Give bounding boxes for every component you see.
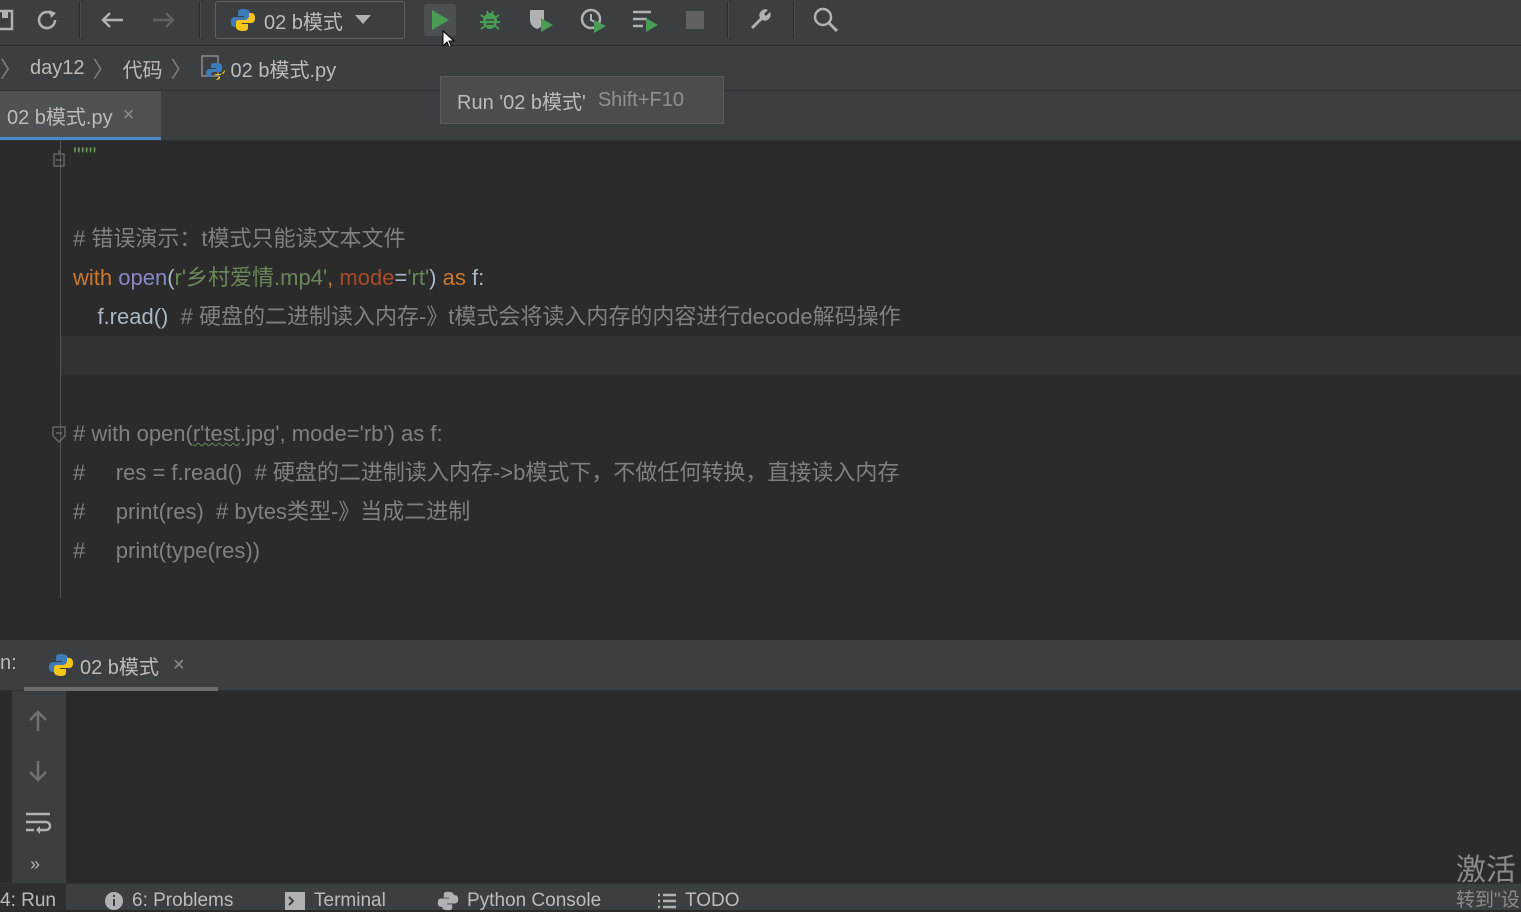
run-tab-label: 02 b模式 <box>80 656 159 679</box>
run-configuration-label: 02 b模式 <box>264 11 343 34</box>
fold-collapse-icon[interactable] <box>52 150 66 167</box>
profile-icon[interactable] <box>577 4 609 36</box>
string-mode: 'rt' <box>407 265 430 290</box>
breadcrumb-separator: 〉 <box>0 57 23 82</box>
breadcrumb: 〉 day12 〉 代码 〉 02 b模式.py <box>0 46 1521 91</box>
string-filename: r'乡村爱情.mp4' <box>174 265 328 290</box>
breadcrumb-item-folder[interactable]: 代码 <box>123 54 163 83</box>
commented-suffix: .jpg', mode='rb') as f: <box>239 421 443 446</box>
activation-watermark: 激活 <box>1456 854 1516 887</box>
coverage-icon[interactable] <box>525 4 557 36</box>
code-line-docstring-end: """ <box>73 143 97 168</box>
run-configuration-selector[interactable]: 02 b模式 <box>215 1 405 39</box>
keyword-as: as <box>442 265 466 290</box>
param-mode: mode <box>339 265 395 290</box>
token-comma: , <box>327 265 340 290</box>
keyword-with: with <box>73 265 113 290</box>
main-toolbar: 02 b模式 <box>0 0 1521 50</box>
breadcrumb-item-day12[interactable]: day12 <box>30 57 85 80</box>
code-line-commented-print-type: # print(type(res)) <box>73 538 261 563</box>
tooltip-text: Run '02 b模式' <box>457 91 586 114</box>
token-eq: = <box>394 265 408 290</box>
run-concurrency-icon[interactable] <box>629 4 661 36</box>
settings-wrench-icon[interactable] <box>745 4 777 36</box>
breadcrumb-separator: 〉 <box>92 57 115 82</box>
code-line-with-open: with open(r'乡村爱情.mp4', mode='rt') as f: <box>73 258 484 297</box>
close-icon[interactable]: × <box>173 654 185 677</box>
python-icon <box>230 7 256 33</box>
builtin-open: open <box>118 265 168 290</box>
run-tooltip: Run '02 b模式' Shift+F10 <box>440 76 724 124</box>
tool-window-run[interactable]: 4: Run <box>0 884 66 911</box>
activation-watermark-sub: 转到"设 <box>1456 890 1520 911</box>
list-icon <box>657 893 677 909</box>
python-icon <box>48 652 74 678</box>
run-console-output[interactable] <box>66 691 1521 883</box>
breadcrumb-item-file[interactable]: 02 b模式.py <box>231 54 337 83</box>
debug-icon[interactable] <box>474 4 506 36</box>
back-icon[interactable] <box>96 4 128 36</box>
chevron-down-icon <box>354 15 371 25</box>
python-file-icon <box>200 55 225 81</box>
scroll-up-icon[interactable] <box>26 709 50 738</box>
code-line-comment: # 错误演示：t模式只能读文本文件 <box>73 226 406 251</box>
tab-label: 02 b模式.py <box>7 107 113 129</box>
commented-squiggly: r'test <box>192 421 240 446</box>
tooltip-shortcut: Shift+F10 <box>597 88 684 111</box>
run-panel-label: n: <box>0 652 17 674</box>
forward-icon[interactable] <box>148 4 180 36</box>
code-line-commented-print: # print(res) # bytes类型-》当成二进制 <box>73 499 471 524</box>
run-panel-header: n: 02 b模式 × <box>0 640 1521 691</box>
run-tab-02-b-mode[interactable]: 02 b模式 × <box>24 640 218 691</box>
info-icon <box>104 891 124 911</box>
panel-splitter[interactable] <box>0 599 1521 640</box>
code-line-commented-res: # res = f.read() # 硬盘的二进制读入内存->b模式下，不做任何… <box>73 460 900 485</box>
tool-window-bar: 4: Run 6: Problems Terminal Python Conso… <box>0 883 1521 911</box>
code-read-comment: # 硬盘的二进制读入内存-》t模式会将读入内存的内容进行decode解码操作 <box>180 304 901 329</box>
more-actions-icon[interactable]: » <box>30 854 40 875</box>
terminal-icon <box>284 891 306 911</box>
code-line-commented-with: # with open(r'test.jpg', mode='rb') as f… <box>73 414 443 453</box>
scroll-down-icon[interactable] <box>26 759 50 788</box>
token-paren-open: ( <box>167 265 175 290</box>
run-side-toolbar: » <box>12 691 66 883</box>
save-icon[interactable] <box>0 4 22 36</box>
commented-prefix: # with open( <box>73 421 193 446</box>
tab-02-b-mode-py[interactable]: 02 b模式.py × <box>0 91 161 140</box>
token-f-colon: f: <box>471 265 485 290</box>
gutter-divider <box>60 141 61 598</box>
fold-collapse-icon[interactable] <box>52 426 66 443</box>
current-line-highlight <box>61 336 1521 375</box>
code-read-call: f.read() <box>97 304 169 329</box>
search-icon[interactable] <box>810 4 842 36</box>
close-icon[interactable]: × <box>123 104 135 127</box>
stop-icon[interactable] <box>679 4 711 36</box>
soft-wrap-icon[interactable] <box>24 809 52 842</box>
breadcrumb-separator: 〉 <box>170 57 193 82</box>
token-paren-close: ) <box>429 265 437 290</box>
code-line-read: f.read() # 硬盘的二进制读入内存-》t模式会将读入内存的内容进行dec… <box>73 297 901 336</box>
editor-tab-bar: 02 b模式.py × <box>0 91 1521 141</box>
sync-icon[interactable] <box>31 4 63 36</box>
